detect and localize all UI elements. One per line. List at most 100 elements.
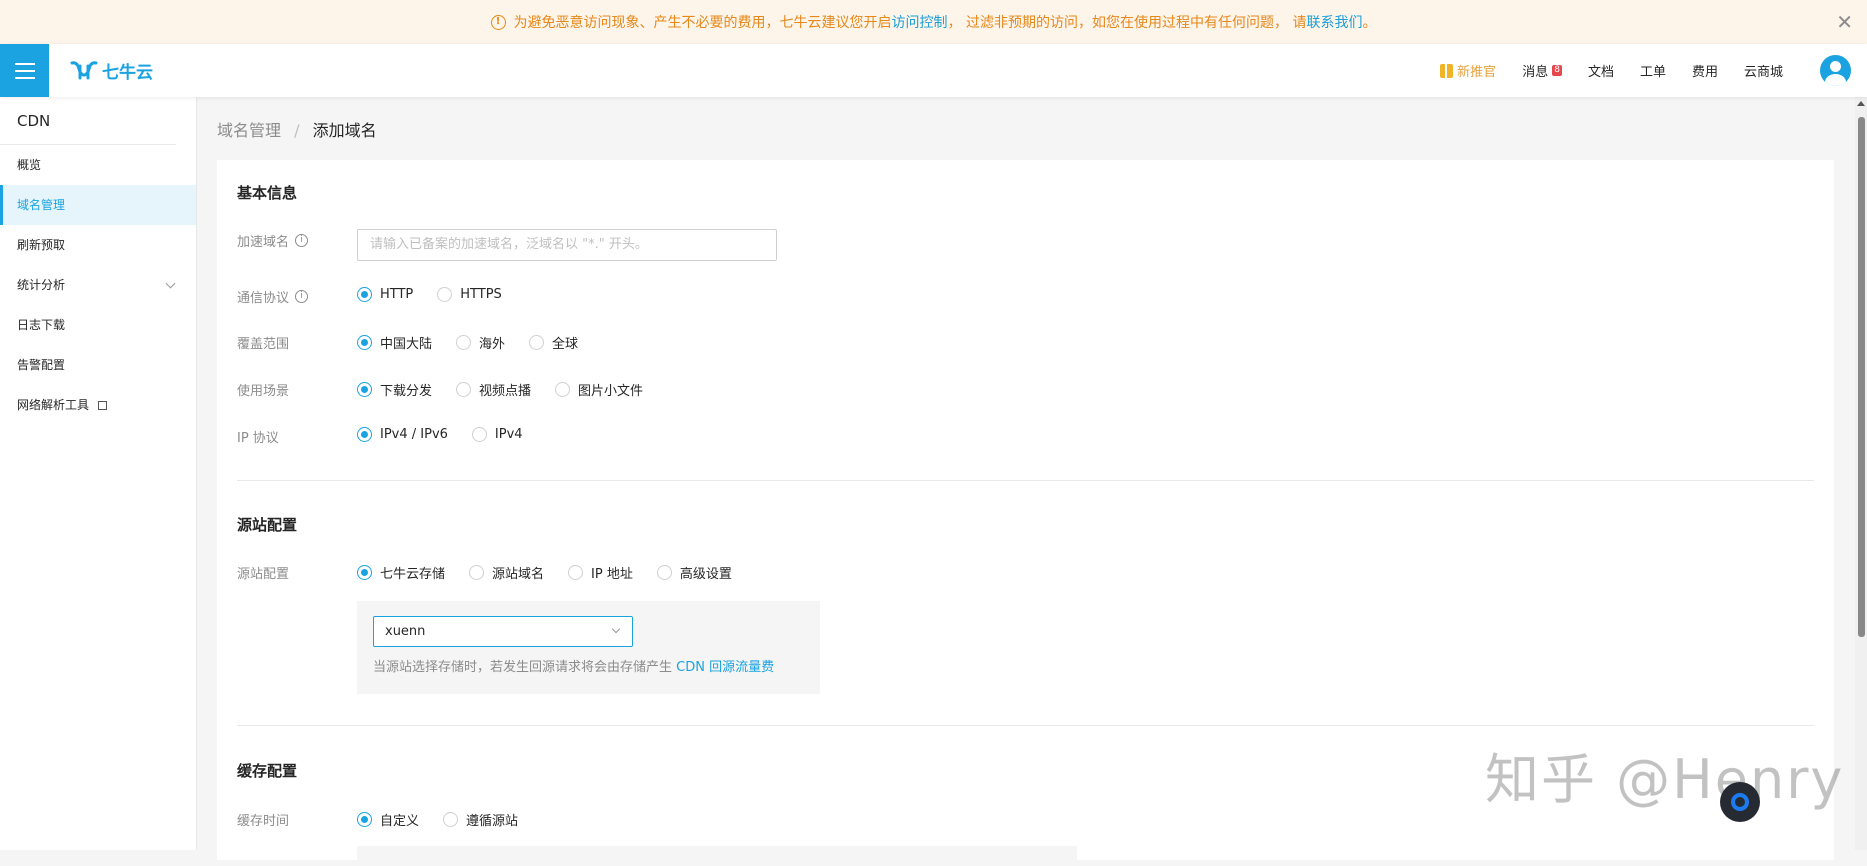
sidebar-item-network-tool[interactable]: 网络解析工具 [0, 385, 196, 425]
contact-us-link[interactable]: 联系我们 [1306, 12, 1362, 32]
info-icon[interactable]: i [295, 290, 309, 303]
close-icon[interactable]: ✕ [1836, 10, 1853, 34]
radio-https[interactable]: HTTPS [437, 287, 502, 302]
radio-ip-address[interactable]: IP 地址 [568, 563, 633, 582]
radio-download[interactable]: 下载分发 [357, 380, 432, 399]
ip-radio-group: IPv4 / IPv6 IPv4 [357, 427, 547, 442]
scrollbar-thumb[interactable] [1858, 117, 1865, 637]
sidebar-item-refresh-prefetch[interactable]: 刷新预取 [0, 225, 196, 265]
radio-label: 视频点播 [479, 384, 532, 399]
radio-dot [357, 427, 372, 442]
market-link[interactable]: 云商城 [1744, 61, 1783, 80]
messages-link[interactable]: 消息 8 [1522, 61, 1562, 80]
radio-qiniu-storage[interactable]: 七牛云存储 [357, 563, 445, 582]
breadcrumb-parent[interactable]: 域名管理 [217, 121, 281, 140]
radio-small-files[interactable]: 图片小文件 [555, 380, 643, 399]
radio-global[interactable]: 全球 [529, 333, 578, 352]
menu-toggle-button[interactable] [0, 44, 49, 97]
origin-radio-group: 七牛云存储 源站域名 IP 地址 高级设置 [357, 563, 756, 582]
radio-label: IPv4 / IPv6 [380, 427, 448, 442]
radio-advanced[interactable]: 高级设置 [656, 563, 732, 582]
docs-link[interactable]: 文档 [1588, 61, 1614, 80]
chevron-down-icon [611, 624, 621, 634]
cache-time-label: 缓存时间 [237, 814, 290, 829]
logo-text: 七牛云 [102, 63, 153, 83]
radio-label: 海外 [479, 337, 506, 352]
domain-label-text: 加速域名 [237, 235, 290, 250]
tickets-link[interactable]: 工单 [1640, 61, 1666, 80]
domain-input[interactable]: 请输入已备案的加速域名，泛域名以 "*." 开头。 [357, 229, 777, 261]
radio-dot [471, 427, 487, 442]
info-icon[interactable]: i [295, 234, 309, 247]
protocol-label-text: 通信协议 [237, 291, 290, 306]
radio-label: 七牛云存储 [380, 567, 446, 582]
section-title-cache: 缓存配置 [237, 762, 298, 780]
logo[interactable]: 七牛云 [70, 58, 153, 83]
radio-dot [456, 335, 472, 350]
hamburger-line [14, 69, 35, 72]
radio-label: IP 地址 [591, 567, 633, 582]
notice-text-prefix: 为避免恶意访问现象、产生不必要的费用，七牛云建议您开启 [513, 15, 892, 31]
radio-label: 下载分发 [380, 384, 433, 399]
sidebar-item-domain-management[interactable]: 域名管理 [0, 185, 196, 225]
radio-video[interactable]: 视频点播 [456, 380, 531, 399]
radio-mainland[interactable]: 中国大陆 [357, 333, 432, 352]
section-title-origin: 源站配置 [237, 516, 298, 534]
radio-label: 源站域名 [492, 567, 545, 582]
protocol-radio-group: HTTP HTTPS [357, 287, 526, 302]
radio-dot [357, 287, 372, 302]
sidebar-item-alert-config[interactable]: 告警配置 [0, 345, 196, 385]
radio-label: 全球 [552, 337, 579, 352]
radio-overseas[interactable]: 海外 [456, 333, 505, 352]
radio-label: 中国大陆 [380, 337, 433, 352]
chat-icon [1731, 793, 1749, 811]
recommend-label: 新推官 [1457, 65, 1497, 80]
cdn-fee-link[interactable]: CDN 回源流量费 [676, 660, 774, 675]
radio-label: HTTPS [460, 287, 502, 302]
billing-link[interactable]: 费用 [1692, 61, 1718, 80]
radio-dot [437, 287, 453, 302]
radio-dot [555, 382, 571, 397]
radio-dot [357, 382, 372, 397]
sidebar-item-label: 网络解析工具 [17, 398, 90, 412]
bucket-select-value: xuenn [385, 624, 426, 639]
coverage-label: 覆盖范围 [237, 337, 290, 352]
origin-hint: 当源站选择存储时，若发生回源请求将会由存储产生 CDN 回源流量费 [373, 656, 774, 675]
sidebar-item-log-download[interactable]: 日志下载 [0, 305, 196, 345]
radio-dot [529, 335, 545, 350]
chevron-down-icon [165, 278, 176, 289]
radio-custom[interactable]: 自定义 [357, 810, 419, 829]
notice-bar: ! 为避免恶意访问现象、产生不必要的费用，七牛云建议您开启 访问控制 ， 过滤非… [0, 0, 1867, 44]
radio-dot [357, 335, 372, 350]
radio-follow-origin[interactable]: 遵循源站 [443, 810, 518, 829]
origin-hint-text: 当源站选择存储时，若发生回源请求将会由存储产生 [373, 660, 677, 675]
help-float-button[interactable] [1720, 782, 1760, 822]
top-header: 七牛云 新推官 消息 8 文档 工单 费用 云商城 [0, 44, 1867, 97]
radio-label: HTTP [380, 287, 414, 302]
radio-dot [443, 812, 459, 827]
sidebar-item-label: 统计分析 [17, 278, 66, 292]
origin-storage-panel: xuenn 当源站选择存储时，若发生回源请求将会由存储产生 CDN 回源流量费 [357, 601, 820, 694]
recommend-link[interactable]: 新推官 [1440, 61, 1496, 80]
breadcrumb: 域名管理 / 添加域名 [217, 117, 377, 141]
scroll-up-icon[interactable] [1857, 101, 1865, 106]
user-icon [1830, 61, 1841, 72]
hamburger-line [14, 76, 35, 79]
radio-dot [357, 565, 372, 580]
radio-ipv4-ipv6[interactable]: IPv4 / IPv6 [357, 427, 448, 442]
radio-label: 图片小文件 [578, 384, 644, 399]
page-scrollbar[interactable] [1855, 97, 1867, 850]
avatar[interactable] [1820, 55, 1851, 86]
radio-http[interactable]: HTTP [357, 287, 413, 302]
sidebar-item-statistics[interactable]: 统计分析 [0, 265, 196, 305]
sidebar-item-overview[interactable]: 概览 [0, 145, 196, 185]
radio-dot [456, 382, 472, 397]
messages-label: 消息 [1522, 65, 1549, 80]
origin-label: 源站配置 [237, 567, 290, 582]
radio-dot [357, 812, 372, 827]
warning-icon: ! [490, 14, 506, 30]
bucket-select[interactable]: xuenn [373, 616, 633, 647]
radio-origin-domain[interactable]: 源站域名 [469, 563, 544, 582]
access-control-link[interactable]: 访问控制 [892, 12, 948, 32]
radio-ipv4[interactable]: IPv4 [471, 427, 523, 442]
